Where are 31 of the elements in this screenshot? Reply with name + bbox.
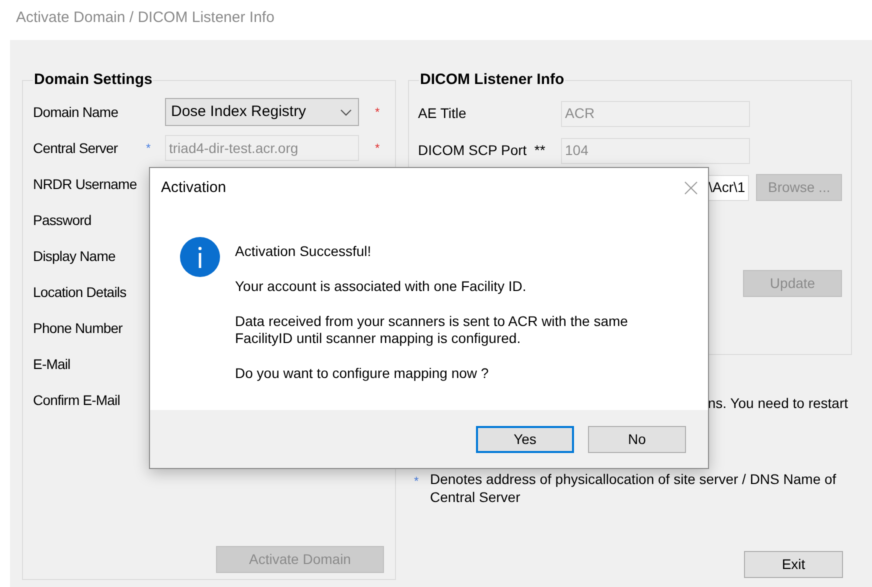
- field-label: Display Name: [33, 246, 116, 266]
- field-label: E-Mail: [33, 354, 72, 374]
- info-icon: [180, 237, 220, 277]
- field-label: Confirm E-Mail: [33, 390, 121, 410]
- field-label: DICOM SCP Port **: [418, 142, 546, 158]
- note-asterisk: *: [146, 142, 151, 154]
- field-label: Domain Name: [33, 102, 120, 122]
- chevron-icon: [340, 108, 352, 116]
- required-asterisk: *: [375, 142, 380, 154]
- window-title: Activate Domain / DICOM Listener Info: [16, 8, 274, 28]
- field-label: Password: [33, 210, 92, 230]
- dialog-message: Your account is associated with one Facility ID.: [235, 278, 528, 295]
- group-title: Domain Settings: [33, 71, 154, 89]
- field-label: Location Details: [33, 282, 128, 302]
- dialog-button[interactable]: No: [588, 426, 686, 452]
- dialog-heading: Activation Successful!: [235, 243, 372, 260]
- domain-dropdown[interactable]: Dose Index Registry: [165, 98, 359, 126]
- restart-note: ns. You need to restart: [708, 394, 848, 413]
- form-button[interactable]: Exit: [744, 551, 843, 578]
- dialog-title: Activation: [161, 178, 226, 198]
- required-asterisk: *: [375, 106, 380, 118]
- footnote-text: Denotes address of physicallocation of site server / DNS Name of Central Server: [430, 470, 838, 506]
- field-label: Phone Number: [33, 318, 124, 338]
- note-asterisk: *: [414, 474, 419, 488]
- field-label: Central Server: [33, 138, 119, 158]
- close-icon[interactable]: [684, 181, 698, 195]
- dialog-message: Data received from your scanners is sent to ACR with the same FacilityID until scanner mapping is configured.: [235, 313, 629, 347]
- dialog-message: Do you want to configure mapping now ?: [235, 365, 490, 382]
- field-label: NRDR Username: [33, 174, 138, 194]
- field-label: AE Title: [418, 105, 466, 121]
- dialog-button[interactable]: Yes: [476, 426, 574, 452]
